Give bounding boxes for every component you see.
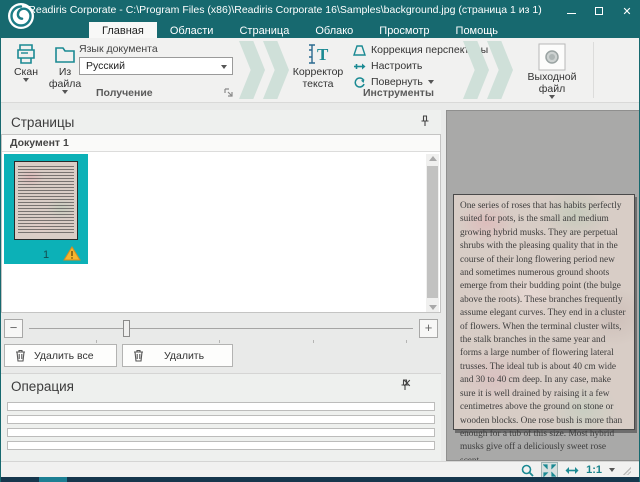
- resize-grip[interactable]: [622, 466, 631, 475]
- delete-buttons-row: Удалить все Удалить: [1, 343, 441, 369]
- language-select[interactable]: Русский: [79, 57, 233, 75]
- tab-oblako[interactable]: Облако: [302, 22, 366, 38]
- operation-progress-bars: [7, 402, 435, 454]
- scrollbar-thumb[interactable]: [427, 166, 438, 298]
- chevron-decoration: [263, 41, 289, 99]
- tab-glavnaya[interactable]: Главная: [89, 22, 157, 38]
- adjust-button[interactable]: Настроить: [353, 60, 422, 72]
- document-text: One series of roses that has habits perf…: [460, 200, 628, 461]
- group-tools-label: Инструменты: [363, 87, 434, 99]
- page-thumbnail-image: [14, 161, 78, 240]
- tab-oblasti[interactable]: Области: [157, 22, 227, 38]
- thumbnail-zoom-row: − +: [1, 319, 441, 343]
- chevron-down-icon: [23, 78, 29, 82]
- progress-bar: [7, 402, 435, 411]
- scanned-document-image[interactable]: One series of roses that has habits perf…: [453, 194, 635, 430]
- trash-icon: [133, 349, 144, 362]
- zoom-level-value[interactable]: 1:1: [586, 464, 602, 476]
- chevron-down-icon[interactable]: [609, 468, 615, 472]
- text-corrector-label: Корректор текста: [287, 66, 349, 90]
- ribbon-separator: [593, 42, 594, 98]
- operation-panel: Операция ✕: [1, 373, 441, 461]
- readiris-logo-icon: [7, 2, 35, 30]
- perspective-icon: [353, 45, 366, 56]
- pages-panel-title: Страницы: [11, 115, 74, 130]
- language-label: Язык документа: [79, 43, 158, 55]
- svg-text:T: T: [317, 45, 329, 64]
- title-bar: Readiris Corporate - C:\Program Files (x…: [1, 0, 639, 22]
- page-thumbnail-selected[interactable]: 1: [4, 154, 88, 264]
- pages-panel: Страницы Документ 1 1: [1, 110, 441, 461]
- delete-all-label: Удалить все: [34, 350, 94, 362]
- zoom-slider-track[interactable]: [29, 328, 413, 329]
- operation-panel-header: Операция ✕: [1, 374, 441, 398]
- scanner-icon: [14, 42, 38, 66]
- progress-bar: [7, 428, 435, 437]
- chevron-down-icon: [549, 95, 555, 99]
- scroll-up-icon[interactable]: [429, 156, 437, 161]
- ribbon-tabs: Главная Области Страница Облако Просмотр…: [1, 22, 639, 38]
- status-bar: 1:1: [1, 461, 639, 477]
- zoom-out-button[interactable]: −: [4, 319, 23, 338]
- dialog-launcher-icon[interactable]: [224, 88, 234, 98]
- language-value: Русский: [86, 60, 125, 72]
- chevron-down-icon: [428, 80, 434, 84]
- ribbon: Скан Из файла Язык документа Русский Пол…: [1, 38, 639, 103]
- operation-panel-title: Операция: [11, 379, 74, 394]
- chevron-decoration: [487, 41, 513, 99]
- fit-width-icon[interactable]: [565, 466, 579, 475]
- tab-stranitsa[interactable]: Страница: [226, 22, 302, 38]
- trash-icon: [15, 349, 26, 362]
- scan-button[interactable]: Скан: [7, 42, 45, 82]
- delete-button[interactable]: Удалить: [122, 344, 233, 367]
- maximize-button[interactable]: [593, 5, 605, 17]
- text-corrector-button[interactable]: T Корректор текста: [287, 42, 349, 90]
- window-bottom-border: [1, 477, 639, 482]
- chevron-down-icon: [62, 90, 68, 94]
- pin-icon[interactable]: [399, 379, 411, 391]
- output-file-button[interactable]: Выходной файл: [517, 43, 587, 99]
- scan-label: Скан: [14, 66, 38, 78]
- magnifier-icon[interactable]: [521, 464, 534, 477]
- pages-list: Документ 1 1: [1, 134, 441, 313]
- progress-bar: [7, 415, 435, 424]
- warning-icon: [63, 246, 81, 261]
- tab-pomosch[interactable]: Помощь: [443, 22, 512, 38]
- fit-page-button[interactable]: [541, 462, 558, 479]
- delete-all-button[interactable]: Удалить все: [4, 344, 117, 367]
- zoom-in-button[interactable]: +: [419, 319, 438, 338]
- window-title: Readiris Corporate - C:\Program Files (x…: [1, 4, 569, 16]
- chevron-down-icon: [221, 65, 227, 69]
- document-group-header[interactable]: Документ 1: [2, 135, 440, 152]
- minimize-button[interactable]: [565, 5, 577, 17]
- taskbar-accent: [39, 477, 67, 482]
- app-window: Readiris Corporate - C:\Program Files (x…: [0, 0, 640, 482]
- tab-prosmotr[interactable]: Просмотр: [366, 22, 442, 38]
- group-acquisition-label: Получение: [96, 87, 153, 99]
- chevron-decoration: [239, 41, 265, 99]
- pages-scrollbar[interactable]: [426, 154, 439, 312]
- pages-panel-header: Страницы: [1, 110, 441, 134]
- main-area: Страницы Документ 1 1: [1, 103, 639, 461]
- document-preview-area[interactable]: One series of roses that has habits perf…: [446, 110, 640, 461]
- output-file-icon: [538, 43, 566, 71]
- scroll-down-icon[interactable]: [429, 305, 437, 310]
- output-file-label: Выходной файл: [517, 71, 587, 95]
- document-title: Документ 1: [10, 137, 69, 149]
- delete-label: Удалить: [164, 350, 204, 362]
- zoom-slider-handle[interactable]: [123, 320, 130, 337]
- text-corrector-icon: T: [303, 42, 333, 66]
- adjust-label: Настроить: [371, 60, 422, 72]
- adjust-arrow-icon: [353, 61, 366, 72]
- close-button[interactable]: ✕: [621, 5, 633, 17]
- progress-bar: [7, 441, 435, 450]
- folder-icon: [53, 42, 77, 66]
- pin-icon[interactable]: [419, 115, 431, 127]
- fit-page-icon: [543, 464, 556, 477]
